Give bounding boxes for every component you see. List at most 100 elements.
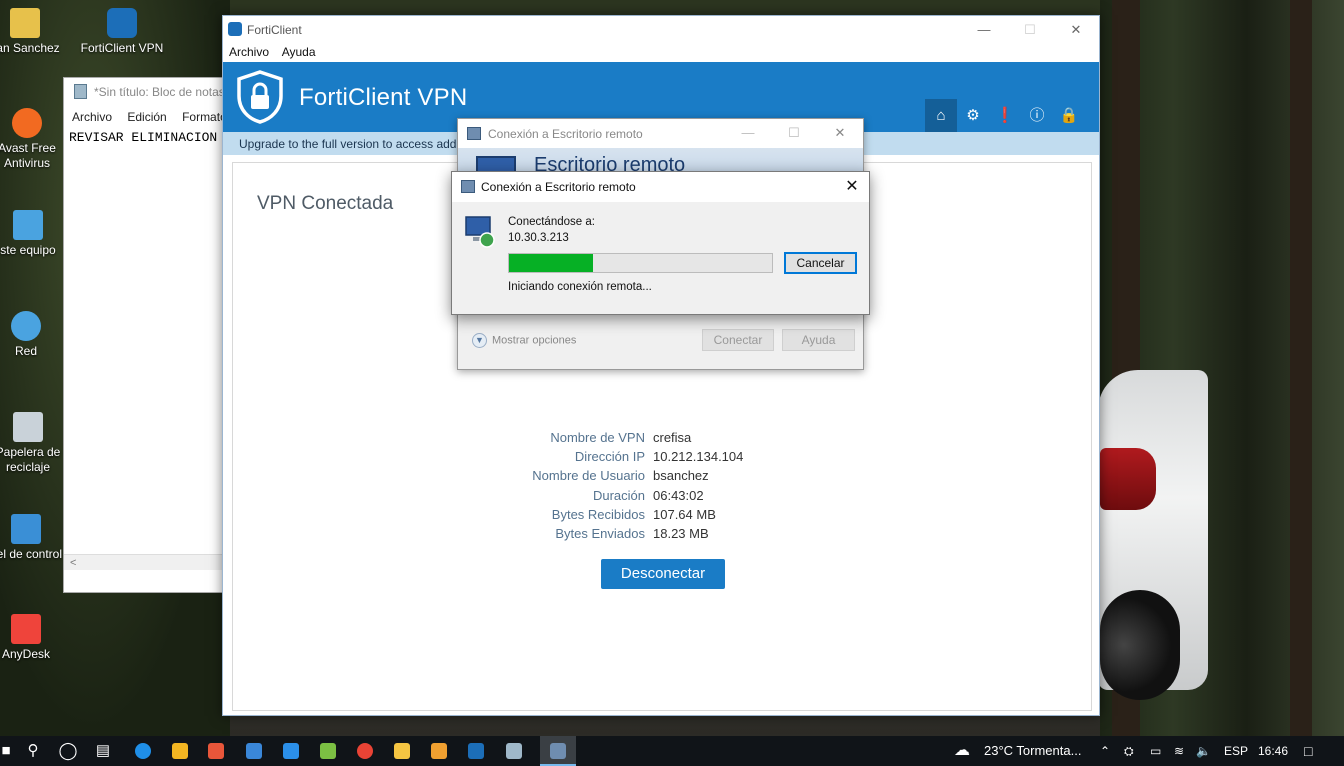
forticlient-titlebar[interactable]: FortiClient — ☐ ✕ — [223, 16, 1099, 43]
file-explorer-icon[interactable] — [394, 743, 410, 759]
maximize-button[interactable]: ☐ — [771, 119, 817, 146]
anydesk-icon — [11, 614, 41, 644]
weather-cloud-icon[interactable]: ☁ — [954, 736, 970, 766]
info-label: Nombre de Usuario — [532, 468, 645, 484]
info-value: 10.212.134.104 — [653, 449, 744, 465]
connection-status-text: Iniciando conexión remota... — [508, 281, 652, 293]
menu-archivo[interactable]: Archivo — [229, 45, 269, 59]
menu-edicion[interactable]: Edición — [127, 110, 166, 124]
forticlient-menubar: Archivo Ayuda — [223, 43, 1099, 62]
xampp-icon[interactable] — [208, 743, 224, 759]
rdp-main-titlebar[interactable]: Conexión a Escritorio remoto — ☐ ✕ — [458, 119, 863, 148]
chrome-icon[interactable] — [357, 743, 373, 759]
notepad-window[interactable]: *Sin título: Bloc de notas Archivo Edici… — [63, 77, 228, 593]
store-icon[interactable] — [172, 743, 188, 759]
language-indicator[interactable]: ESP — [1224, 736, 1248, 766]
maximize-button[interactable]: ☐ — [1007, 16, 1053, 43]
chevron-down-icon: ▼ — [472, 333, 487, 348]
notepad-taskbar-icon[interactable] — [506, 743, 522, 759]
window-title: FortiClient — [247, 23, 302, 37]
mail-icon[interactable] — [246, 743, 262, 759]
close-button[interactable]: ✕ — [817, 119, 863, 146]
rdp-taskbar-button[interactable] — [540, 736, 576, 766]
info-value: bsanchez — [653, 468, 709, 484]
vscode-icon[interactable] — [283, 743, 299, 759]
control-panel-icon — [11, 514, 41, 544]
progress-fill — [509, 254, 594, 272]
desktop-icon-user-folder[interactable]: yan Sanchez — [0, 8, 75, 56]
wallpaper-tree-trunk — [1290, 0, 1312, 736]
minimize-button[interactable]: — — [725, 119, 771, 146]
battery-icon[interactable]: ▭ — [1150, 736, 1161, 766]
connect-button[interactable]: Conectar — [702, 329, 774, 351]
search-icon[interactable]: ⚲ — [20, 736, 46, 766]
connection-progress-bar — [508, 253, 773, 273]
forticlient-shield-icon — [107, 8, 137, 38]
notification-icon[interactable]: □ — [1304, 736, 1312, 766]
close-button[interactable]: ✕ — [835, 172, 869, 202]
show-options-toggle[interactable]: ▼ Mostrar opciones — [472, 333, 576, 348]
info-row-ip: Dirección IP 10.212.134.104 — [473, 447, 743, 466]
close-button[interactable]: ✕ — [1053, 16, 1099, 43]
gear-icon[interactable]: ⚙ — [957, 99, 989, 132]
info-label: Dirección IP — [574, 449, 645, 465]
volume-icon[interactable]: 🔈 — [1196, 736, 1211, 766]
menu-archivo[interactable]: Archivo — [72, 110, 112, 124]
notepad-titlebar[interactable]: *Sin título: Bloc de notas — [64, 78, 227, 106]
info-label: Bytes Recibidos — [551, 506, 645, 522]
disconnect-button[interactable]: Desconectar — [601, 559, 725, 589]
weather-text[interactable]: 23°C Tormenta... — [984, 736, 1081, 766]
menu-ayuda[interactable]: Ayuda — [282, 45, 316, 59]
info-value: crefisa — [653, 430, 692, 445]
lock-icon[interactable]: 🔒 — [1053, 99, 1085, 132]
help-button[interactable]: Ayuda — [782, 329, 855, 351]
forticlient-taskbar-icon[interactable] — [468, 743, 484, 759]
taskbar: ■ ⚲ ◯ ▤ ☁ 23°C Tormenta... ⌃ ⛭ ▭ ≋ 🔈 ESP… — [0, 736, 1344, 766]
folder-icon — [10, 8, 40, 38]
wallpaper-car-wheel — [1100, 590, 1180, 700]
cancel-button[interactable]: Cancelar — [784, 252, 857, 274]
minimize-button[interactable]: — — [961, 16, 1007, 43]
dialog-title: Conexión a Escritorio remoto — [488, 127, 643, 141]
target-ip: 10.30.3.213 — [508, 232, 569, 244]
info-row-bytes-received: Bytes Recibidos 107.64 MB — [473, 505, 743, 524]
home-icon[interactable]: ⌂ — [925, 99, 957, 132]
rdp-connecting-dialog[interactable]: Conexión a Escritorio remoto ✕ Conectánd… — [451, 171, 870, 315]
wallpaper-car-light — [1100, 448, 1156, 510]
notepad-icon — [74, 84, 87, 99]
connecting-to-label: Conectándose a: — [508, 216, 595, 228]
desktop-icon-label: AnyDesk — [1, 647, 51, 661]
wifi-icon[interactable]: ≋ — [1174, 736, 1184, 766]
dialog-title: Conexión a Escritorio remoto — [481, 180, 636, 194]
info-icon[interactable]: ⓘ — [1021, 99, 1053, 132]
desktop-icon-forticlient[interactable]: FortiClient VPN — [72, 8, 172, 56]
desktop-icon-anydesk[interactable]: AnyDesk — [0, 614, 76, 662]
remote-computer-icon — [465, 216, 495, 248]
start-button[interactable]: ■ — [0, 736, 12, 766]
info-value: 107.64 MB — [653, 506, 716, 522]
chevron-up-icon[interactable]: ⌃ — [1100, 736, 1110, 766]
menu-formato[interactable]: Formato — [182, 110, 227, 124]
scroll-left-arrow-icon[interactable]: < — [70, 557, 76, 569]
info-row-duration: Duración 06:43:02 — [473, 486, 743, 505]
clock[interactable]: 16:46 — [1258, 736, 1288, 766]
forticlient-app-icon — [228, 22, 242, 36]
notepad-text-area[interactable]: REVISAR ELIMINACION — [64, 128, 227, 147]
app-cube-icon[interactable] — [431, 743, 447, 759]
notepadpp-icon[interactable] — [320, 743, 336, 759]
remote-desktop-taskbar-icon — [550, 743, 566, 759]
rdp-main-footer: ▼ Mostrar opciones Conectar Ayuda — [458, 313, 863, 369]
cortana-circle-icon[interactable]: ◯ — [55, 736, 81, 766]
info-label: Duración — [592, 487, 645, 503]
vpn-tray-icon[interactable]: ⛭ — [1124, 736, 1134, 766]
remote-desktop-icon — [461, 180, 475, 193]
avast-icon — [12, 108, 42, 138]
network-globe-icon — [11, 311, 41, 341]
rdp-connecting-titlebar[interactable]: Conexión a Escritorio remoto ✕ — [452, 172, 869, 202]
alert-icon[interactable]: ❗ — [989, 99, 1021, 132]
show-options-label: Mostrar opciones — [492, 334, 577, 347]
info-row-bytes-sent: Bytes Enviados 18.23 MB — [473, 524, 743, 543]
task-view-icon[interactable]: ▤ — [90, 736, 116, 766]
notepad-horizontal-scrollbar[interactable]: < — [64, 554, 227, 570]
edge-icon[interactable] — [135, 743, 151, 759]
